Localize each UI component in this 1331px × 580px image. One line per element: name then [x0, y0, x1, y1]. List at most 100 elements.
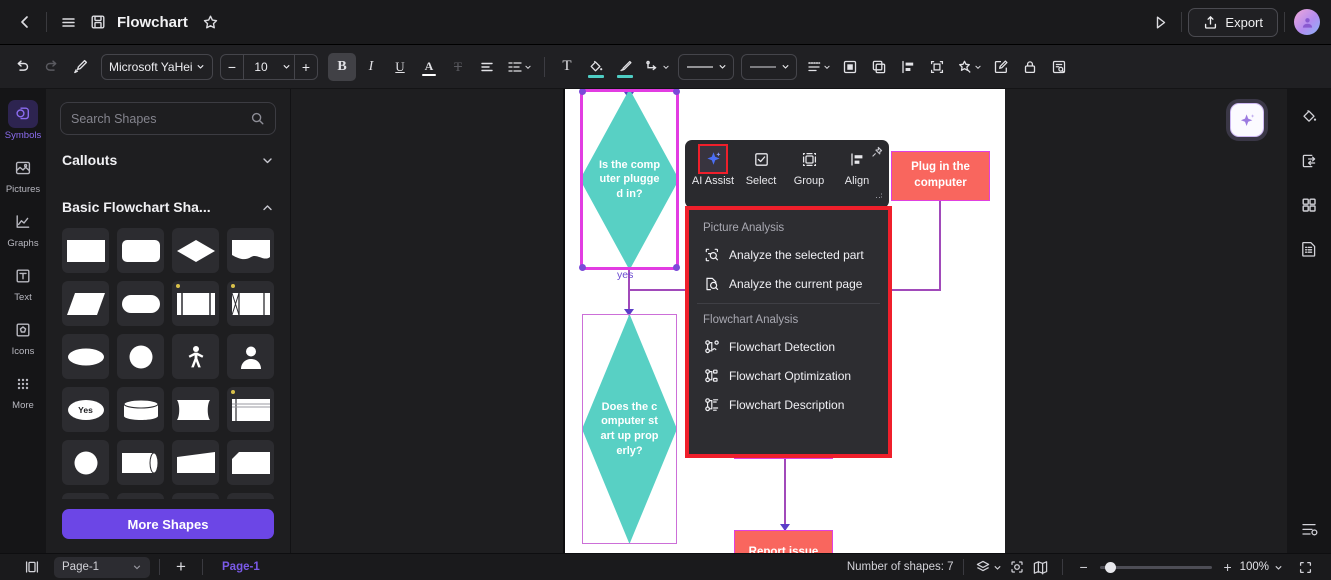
more-corner-icon[interactable]	[874, 190, 884, 202]
shape-parallelogram[interactable]	[62, 281, 109, 326]
align-button[interactable]	[473, 53, 501, 81]
grid-apps-button[interactable]	[1294, 191, 1324, 219]
border-style-select[interactable]	[678, 53, 734, 80]
shape-predefined-process[interactable]	[172, 281, 219, 326]
mini-map-button[interactable]	[1029, 557, 1053, 578]
menu-button[interactable]	[53, 7, 83, 37]
magic-wand-button[interactable]	[952, 53, 986, 81]
line-spacing-button[interactable]	[502, 53, 536, 81]
text-color-button[interactable]: A	[415, 53, 443, 81]
panel-toggle-button[interactable]	[20, 557, 44, 578]
font-size-stepper[interactable]: − 10 +	[220, 53, 318, 80]
page-tab-page-1[interactable]: Page-1	[212, 561, 270, 573]
italic-button[interactable]: I	[357, 53, 385, 81]
page-select[interactable]: Page-1	[54, 556, 150, 578]
zoom-slider-knob[interactable]	[1104, 561, 1116, 573]
section-basic-flowchart-shapes[interactable]: Basic Flowchart Sha...	[46, 177, 290, 224]
shape-cylinder-side[interactable]	[117, 440, 164, 485]
shape-rectangle[interactable]	[62, 228, 109, 273]
shape-cylinder-database[interactable]	[117, 387, 164, 432]
fit-to-frame-button[interactable]	[923, 53, 951, 81]
zoom-slider[interactable]	[1099, 561, 1212, 573]
dash-style-button[interactable]	[801, 53, 835, 81]
menu-item-analyze-selected-part[interactable]: Analyze the selected part	[689, 240, 888, 269]
back-button[interactable]	[10, 7, 40, 37]
connector-style-button[interactable]	[640, 53, 674, 81]
ai-assistant-orb-button[interactable]	[1230, 103, 1264, 137]
fill-color-button[interactable]	[582, 53, 610, 81]
zoom-dropdown-button[interactable]	[1269, 557, 1287, 578]
shape-circle[interactable]	[117, 334, 164, 379]
node-report-issue[interactable]: Report issue	[734, 530, 833, 553]
section-callouts[interactable]: Callouts	[46, 143, 290, 177]
export-button[interactable]: Export	[1188, 7, 1278, 37]
fullscreen-button[interactable]	[1293, 557, 1317, 578]
swap-replace-button[interactable]	[1294, 147, 1324, 175]
find-replace-button[interactable]	[1045, 53, 1073, 81]
font-size-value[interactable]: 10	[244, 55, 278, 79]
font-size-dropdown[interactable]	[278, 55, 294, 79]
font-size-decrease[interactable]: −	[221, 55, 243, 79]
pin-icon[interactable]	[871, 145, 883, 163]
node-does-computer-start-properly[interactable]: Does the computer start up properly?	[582, 314, 677, 544]
sidebar-item-graphs[interactable]: Graphs	[1, 203, 45, 253]
connector-report[interactable]	[784, 459, 786, 531]
strikethrough-button[interactable]: T	[444, 53, 472, 81]
menu-item-flowchart-detection[interactable]: Flowchart Detection	[689, 332, 888, 361]
redo-button[interactable]	[37, 53, 65, 81]
node-is-computer-plugged-in[interactable]: Is the computer plugged in?	[579, 89, 680, 271]
shape-multi-band[interactable]	[227, 387, 274, 432]
connector-plug-down[interactable]	[939, 199, 941, 291]
duplicate-button[interactable]	[865, 53, 893, 81]
line-weight-select[interactable]	[741, 53, 797, 80]
save-button[interactable]	[83, 7, 113, 37]
bring-to-front-button[interactable]	[836, 53, 864, 81]
zoom-in-button[interactable]: +	[1216, 557, 1240, 578]
bold-button[interactable]: B	[328, 52, 356, 81]
edit-button[interactable]	[987, 53, 1015, 81]
shape-decision-yes-oval[interactable]: Yes	[62, 387, 109, 432]
menu-item-flowchart-description[interactable]: Flowchart Description	[689, 390, 888, 419]
sidebar-item-symbols[interactable]: Symbols	[1, 95, 45, 145]
shape-partial-b[interactable]	[117, 493, 164, 499]
layers-button[interactable]	[973, 557, 1005, 578]
undo-button[interactable]	[8, 53, 36, 81]
favorite-button[interactable]	[196, 7, 226, 37]
more-shapes-button[interactable]: More Shapes	[62, 509, 274, 539]
shape-curved-tape[interactable]	[172, 387, 219, 432]
shape-trapezoid-slant[interactable]	[172, 440, 219, 485]
shape-internal-storage[interactable]	[227, 281, 274, 326]
font-family-select[interactable]: Microsoft YaHei	[101, 53, 213, 80]
menu-item-flowchart-optimization[interactable]: Flowchart Optimization	[689, 361, 888, 390]
line-color-button[interactable]	[611, 53, 639, 81]
shape-torn-paper[interactable]	[227, 440, 274, 485]
shape-person-stick[interactable]	[172, 334, 219, 379]
text-box-button[interactable]: T	[553, 53, 581, 81]
align-objects-button[interactable]	[894, 53, 922, 81]
shape-wave-document[interactable]	[227, 228, 274, 273]
underline-button[interactable]: U	[386, 53, 414, 81]
ai-assist-button[interactable]: AI Assist	[689, 144, 737, 187]
sidebar-item-pictures[interactable]: Pictures	[1, 149, 45, 199]
shape-actor-bust[interactable]	[227, 334, 274, 379]
format-painter-button[interactable]	[66, 53, 94, 81]
sidebar-item-text[interactable]: Text	[1, 257, 45, 307]
sidebar-item-icons[interactable]: Icons	[1, 311, 45, 361]
shape-partial-c[interactable]	[172, 493, 219, 499]
focus-frame-button[interactable]	[1005, 557, 1029, 578]
shape-rounded-rectangle[interactable]	[117, 228, 164, 273]
avatar[interactable]	[1294, 9, 1320, 35]
shape-circle-connector[interactable]	[62, 440, 109, 485]
shape-partial-d[interactable]	[227, 493, 274, 499]
search-input[interactable]	[71, 111, 250, 126]
zoom-out-button[interactable]: −	[1072, 557, 1096, 578]
font-size-increase[interactable]: +	[295, 55, 317, 79]
group-button[interactable]: Group	[785, 146, 833, 187]
shape-stadium[interactable]	[117, 281, 164, 326]
shape-diamond[interactable]	[172, 228, 219, 273]
shape-ellipse[interactable]	[62, 334, 109, 379]
menu-item-analyze-current-page[interactable]: Analyze the current page	[689, 269, 888, 298]
shape-partial-a[interactable]	[62, 493, 109, 499]
theme-fill-button[interactable]	[1294, 103, 1324, 131]
add-page-button[interactable]: +	[169, 557, 193, 578]
